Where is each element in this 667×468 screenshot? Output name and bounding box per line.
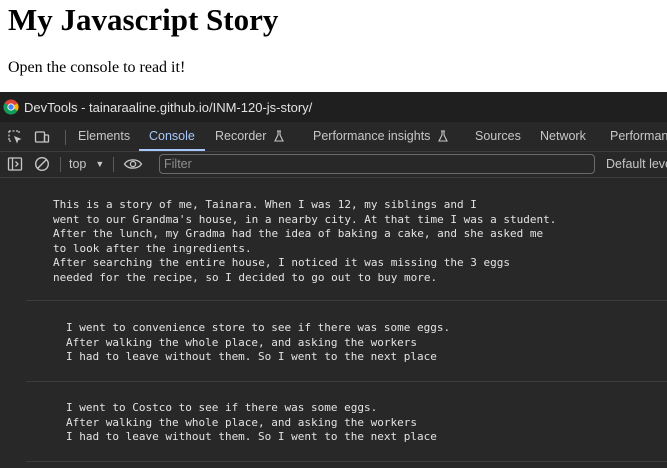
toolbar-separator: [60, 157, 61, 172]
clear-console-icon[interactable]: [34, 156, 50, 172]
tabbar-separator: [65, 130, 66, 145]
chrome-icon: [3, 99, 19, 115]
device-toolbar-icon[interactable]: [34, 129, 50, 145]
tab-elements[interactable]: Elements: [78, 122, 130, 151]
caret-down-icon: ▼: [95, 159, 105, 169]
story-page: My Javascript Story Open the console to …: [0, 0, 667, 92]
tab-performance-insights[interactable]: Performance insights: [313, 122, 448, 151]
filter-input[interactable]: [159, 154, 595, 174]
tab-console[interactable]: Console: [139, 122, 205, 151]
console-output: This is a story of me, Tainara. When I w…: [0, 178, 667, 468]
console-toolbar: top▼ Default levels: [0, 152, 667, 178]
devtools-tabbar: Elements Console Recorder Performance in…: [0, 122, 667, 152]
page-heading: My Javascript Story: [8, 2, 279, 37]
devtools-window-title: DevTools - tainaraaline.github.io/INM-12…: [24, 99, 313, 115]
tab-recorder[interactable]: Recorder: [215, 122, 284, 151]
devtools-window: DevTools - tainaraaline.github.io/INM-12…: [0, 92, 667, 468]
log-levels-dropdown[interactable]: Default levels: [606, 152, 667, 177]
eye-icon[interactable]: [123, 156, 143, 172]
flask-icon: [438, 130, 448, 142]
console-message: I went to convenience store to see if th…: [66, 321, 451, 364]
inspect-element-icon[interactable]: [7, 129, 23, 145]
console-message: This is a story of me, Tainara. When I w…: [53, 198, 557, 284]
tab-network[interactable]: Network: [540, 122, 586, 151]
sidebar-toggle-icon[interactable]: [7, 156, 23, 172]
message-divider: [26, 381, 667, 382]
context-selector[interactable]: top ▼: [69, 152, 104, 177]
message-divider: [26, 300, 667, 301]
devtools-titlebar: DevTools - tainaraaline.github.io/INM-12…: [0, 92, 667, 122]
tab-performance[interactable]: Performance: [610, 122, 667, 151]
page-paragraph: Open the console to read it!: [8, 59, 186, 76]
console-message: I went to Costco to see if there was som…: [66, 401, 437, 444]
message-divider: [26, 461, 667, 462]
flask-icon: [274, 130, 284, 142]
toolbar-separator: [113, 157, 114, 172]
tab-sources[interactable]: Sources: [475, 122, 521, 151]
